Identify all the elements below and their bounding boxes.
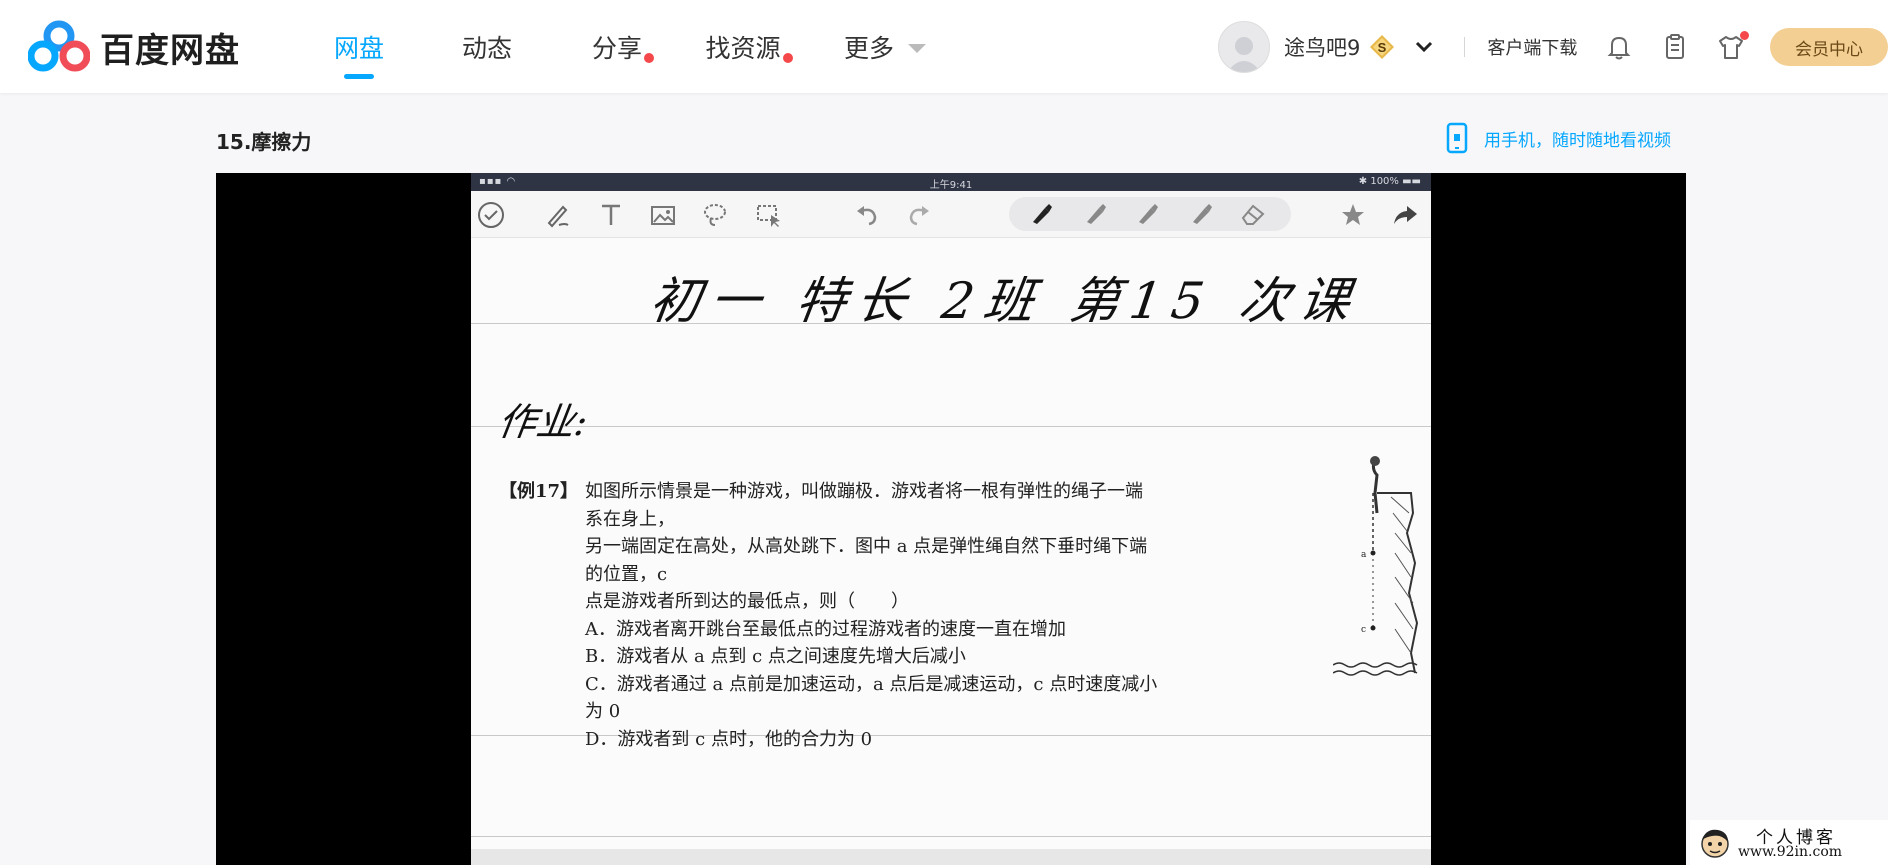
user-area: 途鸟吧9 S 客户端下载: [1218, 0, 1750, 93]
blog-watermark: 个人博客 www.92in.com: [1690, 820, 1888, 865]
image-tool-icon: [651, 206, 675, 225]
default-avatar-icon: [1227, 36, 1261, 72]
video-file-title: 15.摩擦力: [216, 130, 312, 154]
active-tab-indicator: [344, 74, 374, 79]
answer-option-c: C．游戏者通过 a 点前是加速运动，a 点后是减速运动，c 点时速度减小为 0: [585, 673, 1158, 723]
video-frame: ▪▪▪ ◠ 上午9:41 ✱ 100% ▬▬ 初一 特长 2班 第15 次课 作…: [471, 173, 1431, 865]
header-divider: [1464, 36, 1466, 57]
netdisk-logo-icon: [28, 20, 90, 72]
nav-share[interactable]: 分享: [578, 0, 656, 93]
highlighter-icon: [1193, 204, 1212, 224]
nav-netdisk[interactable]: 网盘: [320, 0, 398, 93]
fountain-pen-icon: [1033, 204, 1052, 224]
figure-label-c: c: [1361, 625, 1366, 635]
status-time: 上午9:41: [929, 180, 973, 191]
mobile-phone-icon: [1446, 122, 1468, 154]
share-arrow-icon: [1394, 206, 1417, 224]
watch-on-phone-text: 用手机，随时随地看视频: [1484, 130, 1671, 151]
svip-badge-text: S: [1378, 40, 1387, 55]
ruled-line: [471, 836, 1431, 837]
battery-percent: 100%: [1370, 176, 1399, 187]
bungee-tower-illustration: a c: [1333, 456, 1419, 676]
eraser-icon: [1241, 204, 1265, 225]
handwritten-homework-label: 作业:: [495, 400, 591, 444]
client-download-link[interactable]: 客户端下载: [1487, 34, 1577, 60]
select-tool-icon: [757, 205, 780, 227]
physics-problem: 【例17】 如图所示情景是一种游戏，叫做蹦极．游戏者将一根有弹性的绳子一端系在身…: [499, 478, 1159, 753]
svip-badge-icon[interactable]: S: [1368, 33, 1396, 61]
bell-icon[interactable]: [1605, 33, 1633, 61]
ruled-line: [471, 426, 1431, 427]
status-battery: ✱ 100% ▬▬: [1358, 176, 1421, 187]
nav-share-label: 分享: [591, 33, 642, 63]
share-badge-dot: [644, 52, 654, 63]
avatar[interactable]: [1218, 20, 1270, 73]
nav-find-resources[interactable]: 找资源: [698, 0, 793, 93]
check-circle-icon: [478, 202, 504, 228]
clipboard-icon[interactable]: [1661, 33, 1689, 61]
problem-line: 另一端固定在高处，从高处跳下．图中 a 点是弹性绳自然下垂时绳下端的位置，c: [585, 536, 1148, 585]
problem-line: 点是游戏者所到达的最低点，则（ ）: [585, 591, 909, 612]
user-menu-chevron-icon[interactable]: [1414, 40, 1434, 54]
nav-more-label: 更多: [844, 33, 895, 63]
undo-icon: [857, 206, 877, 226]
problem-line: 如图所示情景是一种游戏，叫做蹦极．游戏者将一根有弹性的绳子一端系在身上，: [585, 481, 1143, 530]
logo-text: 百度网盘: [100, 30, 240, 71]
text-tool-icon: [602, 204, 620, 225]
username[interactable]: 途鸟吧9: [1284, 32, 1360, 62]
answer-option-a: A．游戏者离开跳台至最低点的过程游戏者的速度一直在增加: [585, 618, 1066, 640]
chevron-down-icon: [908, 44, 927, 53]
star-icon: [1342, 204, 1364, 225]
nav-netdisk-label: 网盘: [333, 33, 384, 63]
watch-on-phone-link[interactable]: 用手机，随时随地看视频: [1446, 121, 1671, 155]
cartoon-face-icon: [1701, 829, 1729, 858]
find-resources-badge-dot: [782, 52, 793, 63]
redo-icon: [909, 206, 929, 226]
note-app-bottom-bar: [471, 849, 1431, 865]
note-app-toolbar: [471, 191, 1431, 238]
nav-activity[interactable]: 动态: [448, 0, 526, 93]
theme-badge-dot: [1740, 30, 1750, 40]
ballpoint-pen-icon: [1087, 204, 1106, 224]
figure-label-a: a: [1361, 550, 1367, 560]
main-nav: 网盘 动态 分享 找资源 更多: [320, 0, 927, 93]
nav-more[interactable]: 更多: [844, 0, 927, 93]
nav-find-resources-label: 找资源: [705, 33, 781, 63]
vip-center-button[interactable]: 会员中心: [1770, 28, 1888, 66]
handwritten-lesson-title: 初一 特长 2班 第15 次课: [646, 272, 1364, 330]
problem-number: 【例17】: [499, 481, 579, 502]
nav-activity-label: 动态: [461, 33, 512, 63]
answer-option-b: B．游戏者从 a 点到 c 点之间速度先增大后减小: [585, 646, 966, 667]
pencil-icon: [1139, 204, 1158, 224]
baidu-netdisk-logo[interactable]: 百度网盘: [28, 18, 240, 76]
top-header: 百度网盘 网盘 动态 分享 找资源 更多 途鸟吧9 S 客户端下载 会员中心: [0, 0, 1888, 93]
pen-palette: [1009, 197, 1291, 231]
pen-tool-icon: [547, 205, 569, 228]
ipad-status-bar: ▪▪▪ ◠ 上午9:41 ✱ 100% ▬▬: [471, 173, 1431, 191]
tshirt-icon-wrapper[interactable]: [1717, 30, 1750, 61]
lasso-tool-icon: [704, 204, 726, 226]
watermark-url: www.92in.com: [1738, 844, 1843, 860]
video-player[interactable]: ▪▪▪ ◠ 上午9:41 ✱ 100% ▬▬ 初一 特长 2班 第15 次课 作…: [216, 173, 1686, 865]
answer-option-d: D．游戏者到 c 点时，他的合力为 0: [585, 728, 873, 750]
